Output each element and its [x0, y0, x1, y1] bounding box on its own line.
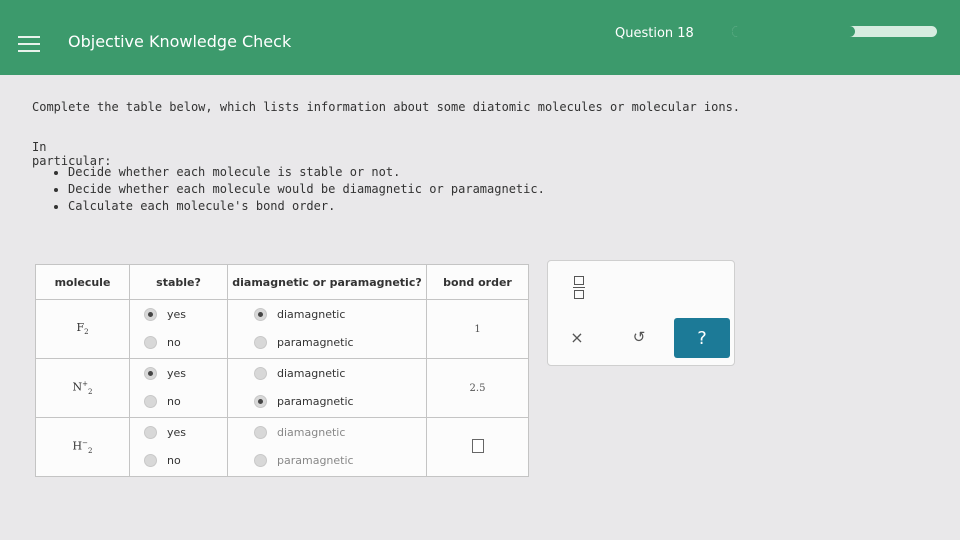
question-mark-icon: ? [697, 327, 707, 349]
molecule-subscript: 2 [88, 387, 93, 396]
fraction-icon[interactable] [573, 276, 585, 300]
no-label: no [167, 336, 181, 349]
molecule-cell: F2 [35, 299, 130, 359]
app-title: Objective Knowledge Check [68, 32, 292, 51]
instruction-item: Decide whether each molecule is stable o… [68, 164, 545, 181]
diamagnetic-radio[interactable] [254, 308, 267, 321]
instruction-item: Calculate each molecule's bond order. [68, 198, 545, 215]
answer-toolbox: × ↺ ? [547, 260, 735, 366]
paramagnetic-radio[interactable] [254, 454, 267, 467]
instruction-item: Decide whether each molecule would be di… [68, 181, 545, 198]
diamagnetic-radio[interactable] [254, 367, 267, 380]
no-label: no [167, 454, 181, 467]
table-row: F2 yes no diamagnetic paramagnetic 1 [35, 299, 529, 359]
stable-yes-radio[interactable] [144, 308, 157, 321]
stable-yes-radio[interactable] [144, 426, 157, 439]
molecule-symbol: F [76, 321, 85, 335]
bond-order-input[interactable] [471, 438, 484, 453]
question-label: Question 18 [615, 26, 694, 41]
column-header-bond-order: bond order [426, 264, 529, 300]
yes-label: yes [167, 308, 187, 321]
stable-no-radio[interactable] [144, 395, 157, 408]
column-header-molecule: molecule [35, 264, 130, 300]
bond-order-value: 1 [474, 323, 481, 335]
yes-label: yes [167, 367, 187, 380]
stable-no-radio[interactable] [144, 336, 157, 349]
no-label: no [167, 395, 181, 408]
molecule-symbol: H [72, 439, 83, 453]
diamagnetic-label: diamagnetic [277, 367, 346, 380]
bond-order-value: 2.5 [469, 382, 486, 394]
progress-fill [732, 26, 855, 37]
molecule-subscript: 2 [88, 446, 93, 455]
progress-bar [732, 26, 937, 37]
column-header-magnetism: diamagnetic or paramagnetic? [227, 264, 427, 300]
molecule-cell: H−2 [35, 417, 130, 477]
column-header-stable: stable? [129, 264, 228, 300]
stable-no-radio[interactable] [144, 454, 157, 467]
stable-cell: yes no [129, 358, 228, 418]
magnetism-cell: diamagnetic paramagnetic [227, 358, 427, 418]
molecule-cell: N+2 [35, 358, 130, 418]
paramagnetic-label: paramagnetic [277, 395, 354, 408]
help-button[interactable]: ? [674, 318, 730, 358]
clear-button[interactable]: × [558, 319, 596, 355]
molecule-symbol: N [72, 380, 83, 394]
top-bar: Objective Knowledge Check Question 18 [0, 0, 960, 75]
undo-button[interactable]: ↺ [620, 319, 658, 355]
instruction-list: Decide whether each molecule is stable o… [50, 164, 545, 215]
stable-cell: yes no [129, 417, 228, 477]
stable-cell: yes no [129, 299, 228, 359]
molecule-charge: + [82, 380, 89, 389]
diamagnetic-label: diamagnetic [277, 308, 346, 321]
table-row: N+2 yes no diamagnetic paramagnetic 2.5 [35, 358, 529, 418]
paramagnetic-radio[interactable] [254, 336, 267, 349]
magnetism-cell: diamagnetic paramagnetic [227, 299, 427, 359]
undo-icon: ↺ [632, 328, 646, 346]
molecule-charge: − [82, 439, 88, 448]
diamagnetic-label: diamagnetic [277, 426, 346, 439]
question-intro: Complete the table below, which lists in… [32, 100, 741, 114]
paramagnetic-label: paramagnetic [277, 454, 354, 467]
magnetism-cell: diamagnetic paramagnetic [227, 417, 427, 477]
diamagnetic-radio[interactable] [254, 426, 267, 439]
paramagnetic-label: paramagnetic [277, 336, 354, 349]
paramagnetic-radio[interactable] [254, 395, 267, 408]
hamburger-menu-icon[interactable] [18, 36, 40, 52]
bond-order-cell[interactable] [426, 417, 529, 477]
close-icon: × [570, 327, 584, 347]
table-row: H−2 yes no diamagnetic paramagnetic [35, 417, 529, 477]
molecule-subscript: 2 [84, 328, 89, 337]
stable-yes-radio[interactable] [144, 367, 157, 380]
bond-order-cell[interactable]: 1 [426, 299, 529, 359]
molecule-table: molecule stable? diamagnetic or paramagn… [35, 264, 529, 477]
yes-label: yes [167, 426, 187, 439]
bond-order-cell[interactable]: 2.5 [426, 358, 529, 418]
